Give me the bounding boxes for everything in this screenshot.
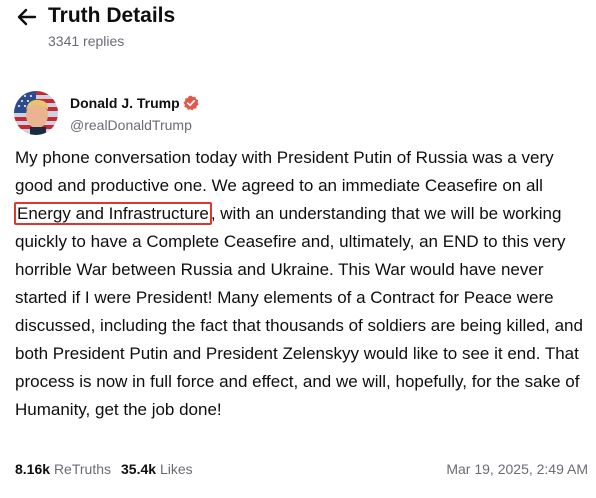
post-text: My phone conversation today with Preside… <box>14 144 587 424</box>
post-text-start: My phone conversation today with Preside… <box>15 148 554 195</box>
post-text-end: , with an understanding that we will be … <box>15 204 583 419</box>
arrow-left-icon <box>17 8 37 26</box>
reply-count: 3341 replies <box>48 33 125 49</box>
likes-label: Likes <box>159 461 193 477</box>
author-handle[interactable]: @realDonaldTrump <box>70 116 192 134</box>
retruths-count: 8.16k <box>15 461 51 477</box>
post-timestamp: Mar 19, 2025, 2:49 AM <box>446 461 588 477</box>
page-header: Truth Details 3341 replies <box>0 0 596 58</box>
post-stats: 8.16k ReTruths 35.4k Likes <box>15 460 193 478</box>
highlighted-phrase: Energy and Infrastructure <box>14 202 212 225</box>
likes-stat[interactable]: 35.4k Likes <box>121 461 193 477</box>
avatar-image <box>14 91 58 135</box>
likes-count: 35.4k <box>121 461 157 477</box>
page-title: Truth Details <box>48 4 176 27</box>
author-name[interactable]: Donald J. Trump <box>70 94 180 112</box>
retruths-label: ReTruths <box>53 461 111 477</box>
retruths-stat[interactable]: 8.16k ReTruths <box>15 461 111 477</box>
back-button[interactable] <box>14 4 40 30</box>
verified-badge-icon <box>183 95 199 111</box>
avatar[interactable] <box>14 91 58 135</box>
